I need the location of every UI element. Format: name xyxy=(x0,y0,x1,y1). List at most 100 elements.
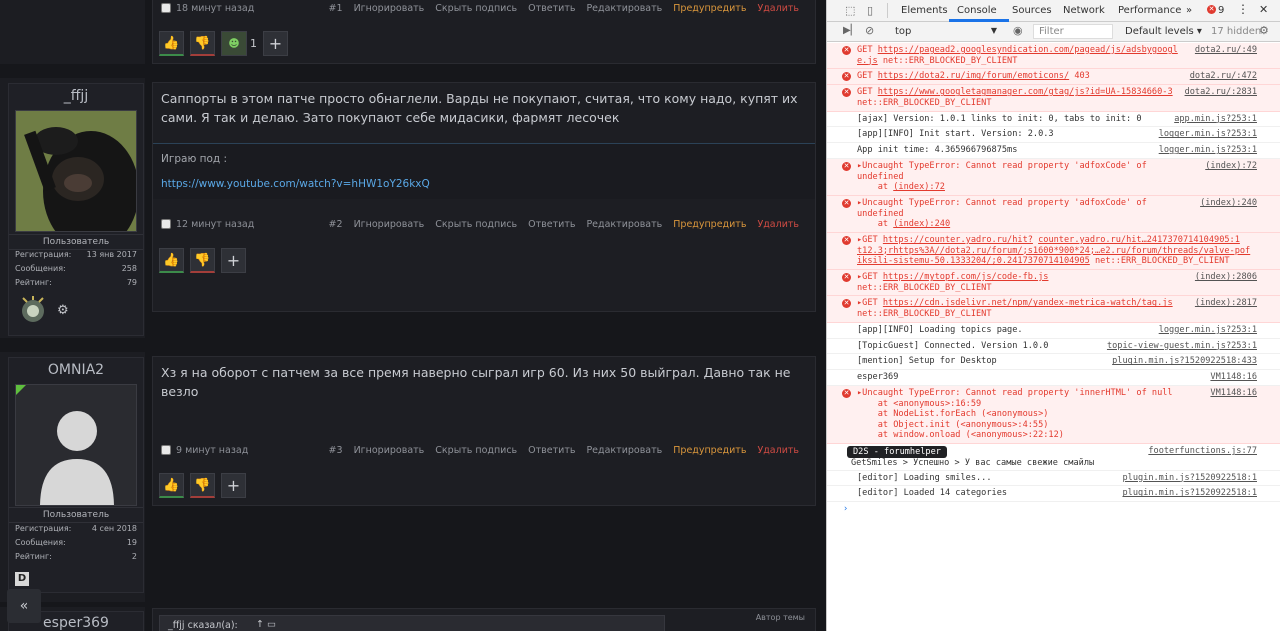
avatar[interactable] xyxy=(15,110,137,232)
console-source-link[interactable]: VM1148:16 xyxy=(1210,388,1257,399)
console-log-entry[interactable]: [TopicGuest] Connected. Version 1.0.0 top… xyxy=(827,339,1280,355)
tab-performance[interactable]: Performance xyxy=(1118,5,1181,16)
scroll-top-button[interactable]: « xyxy=(7,589,41,623)
eye-icon[interactable]: ◉ xyxy=(1013,24,1023,37)
console-error-entry[interactable]: ✕ ▸GET https://counter.yadro.ru/hit? coun… xyxy=(827,233,1280,270)
inspect-element-icon[interactable]: ⬚ xyxy=(845,4,855,17)
signature-link[interactable]: https://www.youtube.com/watch?v=hHW1oY26… xyxy=(161,178,430,190)
console-error-entry[interactable]: ✕ GET https://pagead2.googlesyndication.c… xyxy=(827,43,1280,70)
console-log-entry[interactable]: [editor] Loading smiles... plugin.min.js?… xyxy=(827,471,1280,487)
console-log-entry[interactable]: [mention] Setup for Desktop plugin.min.js… xyxy=(827,354,1280,371)
console-source-link[interactable]: plugin.min.js?1520922518:433 xyxy=(1112,356,1257,367)
ignore-link[interactable]: Игнорировать xyxy=(354,219,425,230)
warn-link[interactable]: Предупредить xyxy=(673,445,746,456)
select-checkbox[interactable] xyxy=(161,445,171,455)
steam-icon[interactable]: ⚙ xyxy=(57,303,75,321)
console-source-link[interactable]: logger.min.js?253:1 xyxy=(1159,129,1257,140)
context-select[interactable]: top ▼ xyxy=(887,26,997,39)
delete-link[interactable]: Удалить xyxy=(757,3,799,14)
avatar[interactable] xyxy=(15,384,137,506)
edit-link[interactable]: Редактировать xyxy=(586,3,662,14)
error-count[interactable]: 9 xyxy=(1218,5,1224,16)
console-source-link[interactable]: plugin.min.js?1520922518:1 xyxy=(1122,473,1257,484)
tab-sources[interactable]: Sources xyxy=(1012,5,1052,16)
console-source-link[interactable]: footerfunctions.js:77 xyxy=(1148,446,1257,457)
console-source-link[interactable]: topic-view-guest.min.js?253:1 xyxy=(1107,341,1257,352)
console-source-link[interactable]: dota2.ru/:472 xyxy=(1190,71,1257,82)
console-source-link[interactable]: app.min.js?253:1 xyxy=(1174,114,1257,125)
post-number[interactable]: #2 xyxy=(329,219,343,230)
edit-link[interactable]: Редактировать xyxy=(586,219,662,230)
select-checkbox[interactable] xyxy=(161,219,171,229)
add-reaction-button[interactable]: + xyxy=(221,248,246,273)
clear-console-icon[interactable]: ⊘ xyxy=(865,24,874,37)
console-error-entry[interactable]: ✕ GET https://dota2.ru/img/forum/emoticon… xyxy=(827,69,1280,86)
log-levels-select[interactable]: Default levels ▾ xyxy=(1125,26,1202,37)
console-source-link[interactable]: logger.min.js?253:1 xyxy=(1159,325,1257,336)
reply-link[interactable]: Ответить xyxy=(528,445,575,456)
warn-link[interactable]: Предупредить xyxy=(673,219,746,230)
console-prompt[interactable]: › xyxy=(827,502,1280,516)
close-icon[interactable]: ✕ xyxy=(1259,3,1268,16)
select-checkbox[interactable] xyxy=(161,3,171,13)
add-reaction-button[interactable]: + xyxy=(263,31,288,56)
console-source-link[interactable]: logger.min.js?253:1 xyxy=(1159,145,1257,156)
menu-kebab-icon[interactable]: ⋮ xyxy=(1237,2,1249,16)
ignore-link[interactable]: Игнорировать xyxy=(354,445,425,456)
like-button[interactable]: 👍 xyxy=(159,248,184,273)
ignore-link[interactable]: Игнорировать xyxy=(354,3,425,14)
console-source-link[interactable]: (index):240 xyxy=(1200,198,1257,209)
hide-signature-link[interactable]: Скрыть подпись xyxy=(435,3,517,14)
console-log-entry[interactable]: [app][INFO] Loading topics page. logger.m… xyxy=(827,323,1280,339)
post-number[interactable]: #1 xyxy=(329,3,343,14)
like-button[interactable]: 👍 xyxy=(159,473,184,498)
console-error-entry[interactable]: ✕ ▸Uncaught TypeError: Cannot read proper… xyxy=(827,386,1280,445)
console-log-entry[interactable]: [app][INFO] Init start. Version: 2.0.3 lo… xyxy=(827,127,1280,144)
console-log-entry[interactable]: [ajax] Version: 1.0.1 links to init: 0, … xyxy=(827,112,1280,128)
arrow-up-icon[interactable]: ↑ ▭ xyxy=(256,619,276,630)
settings-gear-icon[interactable]: ⚙ xyxy=(1259,24,1269,37)
console-log-entry[interactable]: D2S - forumhelper GetSmiles > Успешно > У… xyxy=(827,444,1280,471)
console-log-entry[interactable]: [editor] Loaded 14 categories plugin.min.… xyxy=(827,486,1280,503)
console-error-entry[interactable]: ✕ ▸Uncaught TypeError: Cannot read proper… xyxy=(827,159,1280,196)
sidebar-toggle-icon[interactable]: ▶▏ xyxy=(843,25,858,36)
warn-link[interactable]: Предупредить xyxy=(673,3,746,14)
tab-elements[interactable]: Elements xyxy=(901,5,948,16)
reaction-smile-button[interactable]: ☻ xyxy=(221,31,247,56)
console-source-link[interactable]: (index):2806 xyxy=(1195,272,1257,283)
dislike-button[interactable]: 👎 xyxy=(190,473,215,498)
tab-console[interactable]: Console xyxy=(957,5,997,16)
console-error-entry[interactable]: ✕ GET https://www.googletagmanager.com/gt… xyxy=(827,85,1280,112)
delete-link[interactable]: Удалить xyxy=(757,445,799,456)
dislike-button[interactable]: 👎 xyxy=(190,31,215,56)
console-log-entry[interactable]: esper369 VM1148:16 xyxy=(827,370,1280,386)
console-source-link[interactable]: (index):2817 xyxy=(1195,298,1257,309)
filter-input[interactable]: Filter xyxy=(1033,24,1113,39)
username[interactable]: _ffjj xyxy=(9,88,143,104)
error-count-icon[interactable]: ✕ xyxy=(1207,5,1216,14)
username[interactable]: OMNIA2 xyxy=(9,362,143,378)
tab-network[interactable]: Network xyxy=(1063,5,1105,16)
hide-signature-link[interactable]: Скрыть подпись xyxy=(435,445,517,456)
post-number[interactable]: #3 xyxy=(329,445,343,456)
console-source-link[interactable]: dota2.ru/:2831 xyxy=(1185,87,1257,98)
delete-link[interactable]: Удалить xyxy=(757,219,799,230)
console-source-link[interactable]: plugin.min.js?1520922518:1 xyxy=(1122,488,1257,499)
console-source-link[interactable]: VM1148:16 xyxy=(1210,372,1257,383)
hide-signature-link[interactable]: Скрыть подпись xyxy=(435,219,517,230)
dislike-button[interactable]: 👎 xyxy=(190,248,215,273)
console-log-entry[interactable]: App init time: 4.365966796875ms logger.mi… xyxy=(827,143,1280,159)
console-error-entry[interactable]: ✕ ▸GET https://cdn.jsdelivr.net/npm/yande… xyxy=(827,296,1280,323)
reply-link[interactable]: Ответить xyxy=(528,3,575,14)
console-error-entry[interactable]: ✕ ▸Uncaught TypeError: Cannot read proper… xyxy=(827,196,1280,233)
reply-link[interactable]: Ответить xyxy=(528,219,575,230)
like-button[interactable]: 👍 xyxy=(159,31,184,56)
console-error-entry[interactable]: ✕ ▸GET https://mytopf.com/js/code-fb.js ne… xyxy=(827,270,1280,297)
quote-author[interactable]: _ffjj сказал(а): xyxy=(168,620,238,631)
console-source-link[interactable]: (index):72 xyxy=(1205,161,1257,172)
add-reaction-button[interactable]: + xyxy=(221,473,246,498)
more-tabs-chevron-icon[interactable]: » xyxy=(1186,5,1192,16)
edit-link[interactable]: Редактировать xyxy=(586,445,662,456)
device-toolbar-icon[interactable]: ▯ xyxy=(867,4,873,17)
console-source-link[interactable]: dota2.ru/:49 xyxy=(1195,45,1257,56)
